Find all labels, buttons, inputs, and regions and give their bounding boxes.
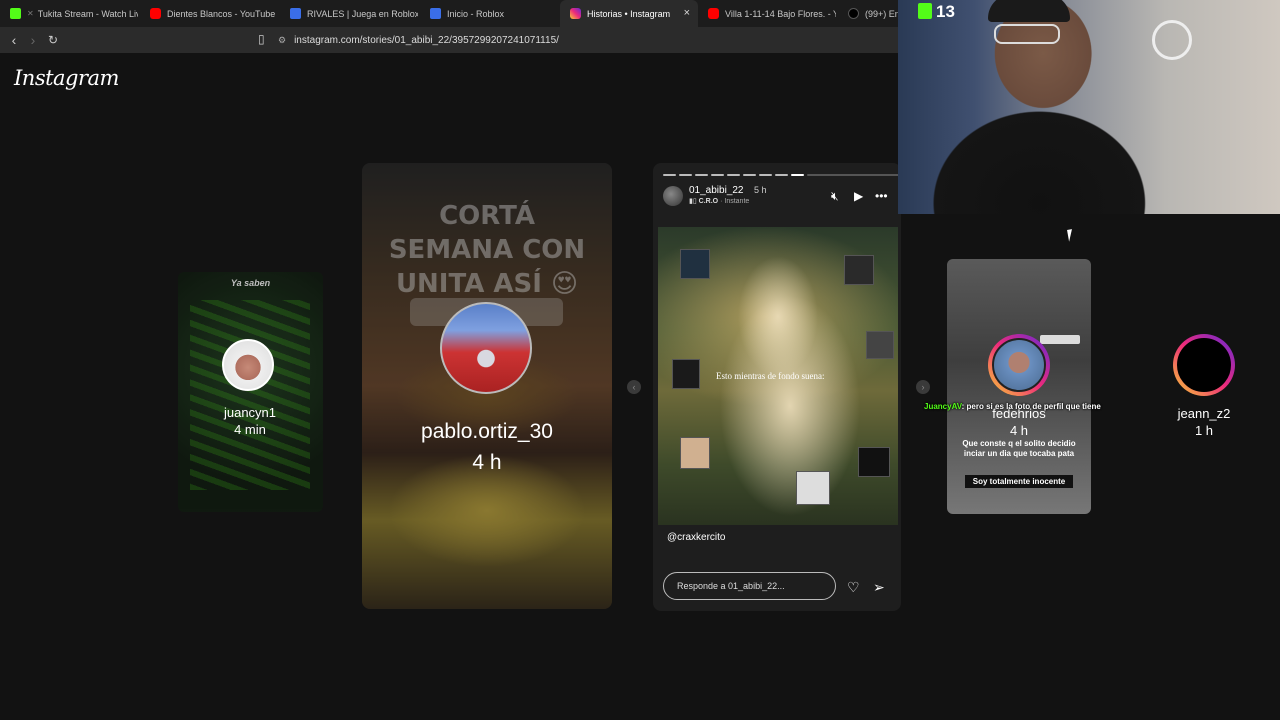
tab-kick[interactable]: ✕ Tukita Stream - Watch Live: [0, 0, 138, 27]
tab-label: Historias • Instagram: [587, 8, 671, 19]
avatar-fedehrios[interactable]: [992, 338, 1046, 392]
progress-segment: [679, 174, 692, 176]
address-bar[interactable]: ⚙ instagram.com/stories/01_abibi_22/3957…: [278, 31, 896, 49]
instagram-icon: [570, 8, 581, 19]
forward-icon[interactable]: ›: [25, 32, 41, 48]
active-story[interactable]: 01_abibi_22 5 h ▮▯ C.R.O · Instante 🔇︎ ▶…: [653, 163, 901, 611]
story-time: 1 h: [1194, 423, 1214, 438]
story-time: 4 min: [234, 422, 266, 437]
story-author-username[interactable]: 01_abibi_22: [689, 185, 744, 196]
music-separator: ·: [720, 198, 723, 205]
webcam-overlay: [898, 0, 1280, 214]
cap: [988, 0, 1070, 22]
youtube-icon: [708, 8, 719, 19]
ring-light: [1152, 20, 1192, 60]
tab-label: Villa 1-11-14 Bajo Flores. - You: [725, 8, 836, 19]
mouse-cursor-icon: [1067, 228, 1079, 242]
next-story-arrow[interactable]: ›: [916, 380, 930, 394]
close-icon[interactable]: ×: [684, 7, 690, 19]
story-author-time: 5 h: [754, 185, 767, 195]
progress-segment: [711, 174, 724, 176]
roblox-icon: [430, 8, 441, 19]
story-author-avatar[interactable]: [663, 186, 683, 206]
play-icon[interactable]: ▶: [854, 189, 863, 203]
avatar-pablo-ortiz[interactable]: [440, 302, 532, 394]
tab-tiktok[interactable]: (99+) Encu: [838, 0, 900, 27]
url-text: instagram.com/stories/01_abibi_22/395729…: [294, 34, 559, 46]
kick-icon: [10, 8, 21, 19]
story-caption: Esto mientras de fondo suena:: [716, 371, 825, 381]
reply-input[interactable]: Responde a 01_abibi_22...: [663, 572, 836, 600]
progress-segment-remaining: [807, 174, 901, 176]
back-icon[interactable]: ‹: [6, 32, 22, 48]
sticker-image: [680, 437, 710, 469]
tiktok-icon: [848, 8, 859, 19]
story-time: 4 h: [472, 451, 502, 474]
glasses: [994, 24, 1060, 44]
story-card-text: Ya saben: [230, 278, 271, 288]
sticker-image: [680, 249, 710, 279]
story-photo: Esto mientras de fondo suena:: [658, 227, 898, 525]
tab-label: Dientes Blancos - YouTube: [167, 8, 276, 19]
story-time: 4 h: [1009, 423, 1029, 438]
site-info-icon[interactable]: ⚙: [278, 35, 286, 46]
reload-icon[interactable]: ↻: [45, 32, 61, 48]
instagram-logo[interactable]: Instagram: [14, 66, 119, 90]
sticker-image: [796, 471, 830, 505]
roblox-icon: [290, 8, 301, 19]
music-bars-icon: ▮▯: [689, 198, 697, 205]
chat-username: JuancyAV: [924, 402, 962, 411]
story-mention[interactable]: @craxkercito: [667, 532, 726, 543]
viewer-count: 13: [918, 2, 955, 22]
progress-segment-active: [791, 174, 804, 176]
story-header: 01_abibi_22 5 h ▮▯ C.R.O · Instante 🔇︎ ▶…: [663, 185, 891, 209]
tab-roblox-rivales[interactable]: RIVALES | Juega en Roblox: [280, 0, 418, 27]
more-options-icon[interactable]: •••: [875, 189, 888, 203]
story-username: jeann_z2: [1177, 406, 1231, 421]
progress-segment: [727, 174, 740, 176]
story-preview-juancyn1[interactable]: Ya saben: [178, 272, 323, 512]
tab-label: Inicio - Roblox: [447, 8, 505, 19]
tab-youtube-dientes[interactable]: Dientes Blancos - YouTube: [140, 0, 276, 27]
viewer-count-value: 13: [936, 2, 955, 21]
previous-story-arrow[interactable]: ‹: [627, 380, 641, 394]
tab-roblox-inicio[interactable]: Inicio - Roblox: [420, 0, 558, 27]
sticker-image: [866, 331, 894, 359]
kick-logo-icon: [918, 3, 932, 19]
music-artist: C.R.O: [698, 198, 719, 205]
chat-message: JuancyAV: pero si es la foto de perfil q…: [924, 402, 1101, 411]
progress-segment: [695, 174, 708, 176]
comment-sticker: [1040, 335, 1080, 344]
story-username: pablo.ortiz_30: [421, 420, 553, 443]
story-overlay-text: Que conste q el solito decidio inciar un…: [962, 439, 1076, 458]
tab-label: Tukita Stream - Watch Live: [37, 8, 138, 19]
progress-segment: [743, 174, 756, 176]
progress-segment: [775, 174, 788, 176]
avatar-jeann-z2[interactable]: [1177, 338, 1231, 392]
story-progress-bar: [663, 174, 901, 176]
share-send-icon[interactable]: ➢: [873, 579, 885, 596]
like-heart-icon[interactable]: ♡: [847, 579, 860, 596]
mute-icon[interactable]: 🔇︎: [831, 189, 839, 204]
story-username: juancyn1: [223, 405, 277, 420]
story-overlay-text-2: Soy totalmente inocente: [965, 475, 1073, 488]
tab-instagram-active[interactable]: Historias • Instagram ×: [560, 0, 698, 27]
tab-label: (99+) Encu: [865, 8, 900, 19]
tab-youtube-villa[interactable]: Villa 1-11-14 Bajo Flores. - You: [698, 0, 836, 27]
avatar-juancyn1[interactable]: [222, 339, 274, 391]
progress-segment: [759, 174, 772, 176]
youtube-icon: [150, 8, 161, 19]
music-track: Instante: [724, 198, 750, 205]
sticker-image: [844, 255, 874, 285]
story-music-info[interactable]: ▮▯ C.R.O · Instante: [689, 197, 749, 205]
story-card-graphic: [190, 300, 310, 490]
tab-label: RIVALES | Juega en Roblox: [307, 8, 418, 19]
sticker-image: [672, 359, 700, 389]
progress-segment: [663, 174, 676, 176]
browser-nav-bar: ‹ › ↻ ▯ ⚙ instagram.com/stories/01_abibi…: [0, 27, 900, 53]
chat-text: : pero si es la foto de perfil que tiene: [961, 402, 1101, 411]
bookmark-icon[interactable]: ▯: [258, 32, 265, 46]
sticker-image: [858, 447, 890, 477]
